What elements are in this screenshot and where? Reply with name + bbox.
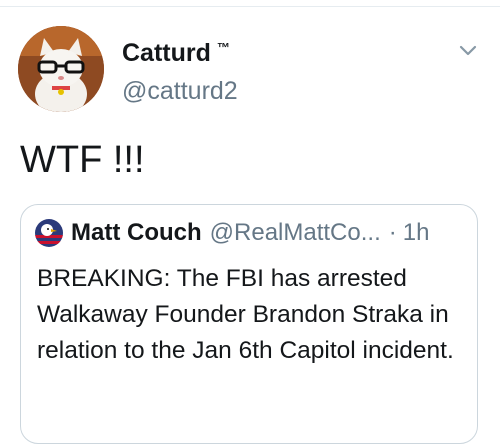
cat-with-glasses-avatar — [18, 26, 104, 112]
author-avatar[interactable] — [18, 26, 104, 112]
eagle-flag-avatar — [35, 219, 63, 247]
top-divider — [0, 0, 500, 7]
author-display-name[interactable]: Catturd — [122, 38, 211, 68]
quoted-tweet-text: BREAKING: The FBI has arrested Walkaway … — [37, 265, 454, 364]
chevron-down-icon[interactable] — [456, 38, 480, 62]
author-name-row[interactable]: Catturd ™ — [122, 38, 230, 68]
quoted-tweet-header: Matt Couch @RealMattCo... · 1h — [35, 219, 429, 247]
quoted-author-handle[interactable]: @RealMattCo... — [210, 219, 381, 247]
author-handle[interactable]: @catturd2 — [122, 76, 238, 106]
quoted-tweet-time[interactable]: 1h — [403, 219, 430, 247]
quoted-tweet-card[interactable]: Matt Couch @RealMattCo... · 1h BREAKING:… — [20, 204, 478, 444]
quoted-author-display-name[interactable]: Matt Couch — [71, 219, 202, 247]
separator-dot: · — [388, 219, 397, 246]
trademark-badge: ™ — [216, 40, 230, 55]
quoted-author-avatar[interactable] — [35, 219, 63, 247]
tweet-text: WTF !!! — [20, 139, 145, 181]
